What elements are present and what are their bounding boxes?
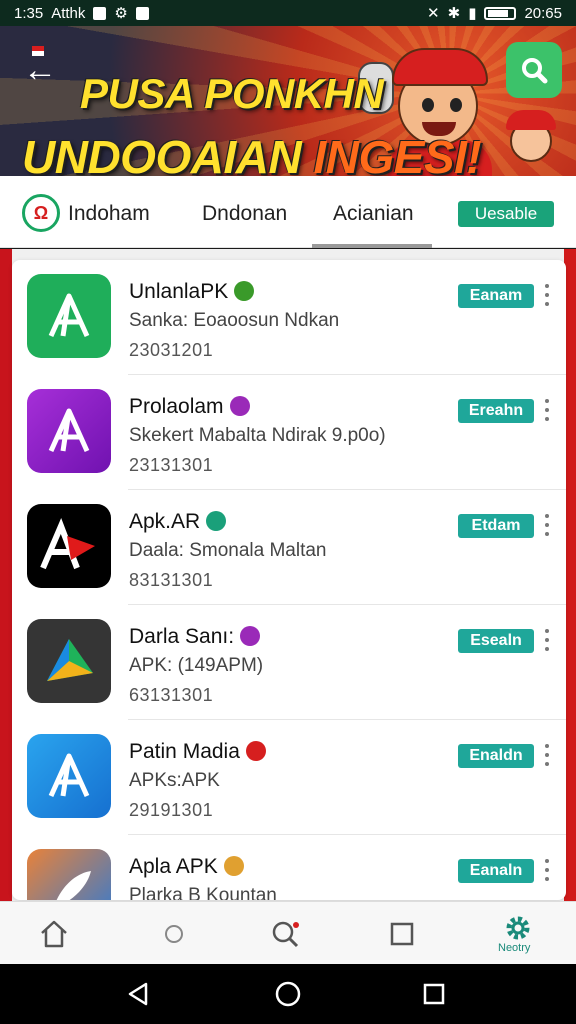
more-options-icon[interactable]	[542, 859, 552, 881]
app-date: 63131301	[129, 685, 214, 705]
status-time: 1:35	[14, 4, 44, 22]
more-options-icon[interactable]	[542, 629, 552, 651]
tab-acianian[interactable]: Acianian	[333, 202, 414, 226]
app-name: Prolaolam	[129, 395, 250, 419]
lock-icon	[206, 511, 227, 531]
app-date: 23131301	[129, 455, 214, 475]
status-clock: 20:65	[524, 4, 562, 22]
app-name: Patin Madia	[129, 740, 266, 764]
app-date: 83131301	[129, 570, 214, 590]
app-logo-icon: Ω	[22, 194, 60, 232]
circle-icon[interactable]	[154, 914, 194, 954]
apk-ar-icon	[27, 504, 111, 588]
search-icon	[522, 58, 548, 84]
usable-badge[interactable]: Uesable	[458, 201, 554, 227]
more-options-icon[interactable]	[542, 744, 552, 766]
home-icon[interactable]	[34, 914, 74, 954]
banner-title-line1: PUSA PONKHN	[80, 70, 384, 117]
app-name: UnlanlaPK	[129, 280, 255, 304]
status-bar: 1:35 Atthk ⚙ ✕ ✱ ▮ 20:65	[0, 0, 576, 26]
tab-indoham[interactable]: Indoham	[68, 202, 150, 226]
app-name-text: UnlanlaPK	[129, 280, 229, 303]
app-list: UnlanlaPK Sanka: Eoaoosun Ndkan 23031201…	[12, 260, 566, 900]
feather-icon: a	[27, 849, 111, 900]
more-options-icon[interactable]	[542, 284, 552, 306]
install-button[interactable]: Eanaln	[458, 859, 534, 883]
back-arrow-icon[interactable]: ←	[18, 52, 62, 88]
more-options-icon[interactable]	[542, 399, 552, 421]
app-date: 29191301	[129, 800, 214, 820]
svg-text:a: a	[45, 891, 60, 900]
list-item[interactable]: Apk.AR Daala: Smonala Maltan 83131301 Et…	[12, 490, 566, 605]
install-button[interactable]: Esealn	[458, 629, 534, 653]
signal-icon: ▮	[468, 5, 477, 22]
app-subtitle: Daala: Smonala Maltan	[129, 540, 327, 561]
search-nav-icon[interactable]	[266, 914, 306, 954]
install-button[interactable]: Eanam	[458, 284, 534, 308]
banner-title-part2: INGESI!	[313, 131, 482, 176]
apk-a-icon	[27, 389, 111, 473]
list-item[interactable]: UnlanlaPK Sanka: Eoaoosun Ndkan 23031201…	[12, 260, 566, 375]
app-name-text: Apk.AR	[129, 510, 201, 533]
mute-icon: ✕	[427, 5, 440, 22]
app-name-text: Prolaolam	[129, 395, 224, 418]
list-item[interactable]: Patin Madia APKs:APK 29191301 Enaldn	[12, 720, 566, 835]
status-carrier: Atthk	[51, 4, 86, 22]
status-right: ✕ ✱ ▮ 20:65	[427, 4, 562, 23]
bottom-navigation	[0, 901, 576, 964]
search-button[interactable]	[506, 42, 562, 98]
badge-icon	[229, 396, 250, 416]
home-circle-icon[interactable]	[274, 980, 302, 1008]
nav-label-active: Neotry	[498, 942, 531, 954]
app-name-text: Darla Sanı:	[129, 625, 235, 648]
install-button[interactable]: Ereahn	[458, 399, 534, 423]
message-icon	[135, 6, 149, 20]
battery-icon	[484, 6, 517, 20]
more-options-icon[interactable]	[542, 514, 552, 536]
apk-a-icon	[27, 734, 111, 818]
active-tab-indicator	[312, 244, 432, 248]
install-button[interactable]: Etdam	[458, 514, 534, 538]
system-navigation-bar	[0, 964, 576, 1024]
recents-icon[interactable]	[420, 980, 448, 1008]
play-triangle-icon	[27, 619, 111, 703]
tab-dndonan[interactable]: Dndonan	[202, 202, 287, 226]
header-banner: ← PUSA PONKHN UNDOOAIAN INGESI!	[0, 26, 576, 176]
emoji-icon	[223, 856, 244, 876]
app-date: 23031201	[129, 340, 214, 360]
list-item[interactable]: a Apla APK Plarka B Kountan Eanaln	[12, 835, 566, 900]
settings-status-icon: ⚙	[114, 5, 128, 22]
status-left: 1:35 Atthk ⚙	[14, 4, 149, 22]
apk-a-icon	[27, 274, 111, 358]
list-item[interactable]: Darla Sanı: APK: (149APM) 63131301 Eseal…	[12, 605, 566, 720]
kid-mascot-image	[500, 108, 560, 176]
app-name: Darla Sanı:	[129, 625, 261, 649]
app-subtitle: APKs:APK	[129, 770, 220, 791]
banner-title-line2: UNDOOAIAN INGESI!	[22, 130, 482, 176]
install-button[interactable]: Enaldn	[458, 744, 534, 768]
app-name-text: Apla APK	[129, 855, 218, 878]
app-name-text: Patin Madia	[129, 740, 240, 763]
badge-icon	[240, 626, 261, 646]
back-icon[interactable]	[124, 980, 152, 1008]
app-subtitle: Sanka: Eoaoosun Ndkan	[129, 310, 340, 331]
app-subtitle: Skekert Mabalta Ndirak 9.p0o)	[129, 425, 386, 446]
app-subtitle: APK: (149APM)	[129, 655, 264, 676]
badge-icon	[234, 281, 255, 301]
app-subtitle: Plarka B Kountan	[129, 885, 277, 900]
bluetooth-icon: ✱	[447, 5, 461, 22]
banner-title-part1: UNDOOAIAN	[22, 131, 314, 176]
notification-icon	[93, 6, 107, 20]
app-name: Apk.AR	[129, 510, 227, 534]
app-name: Apla APK	[129, 855, 244, 879]
square-icon[interactable]	[382, 914, 422, 954]
list-item[interactable]: Prolaolam Skekert Mabalta Ndirak 9.p0o) …	[12, 375, 566, 490]
badge-icon	[245, 741, 266, 761]
